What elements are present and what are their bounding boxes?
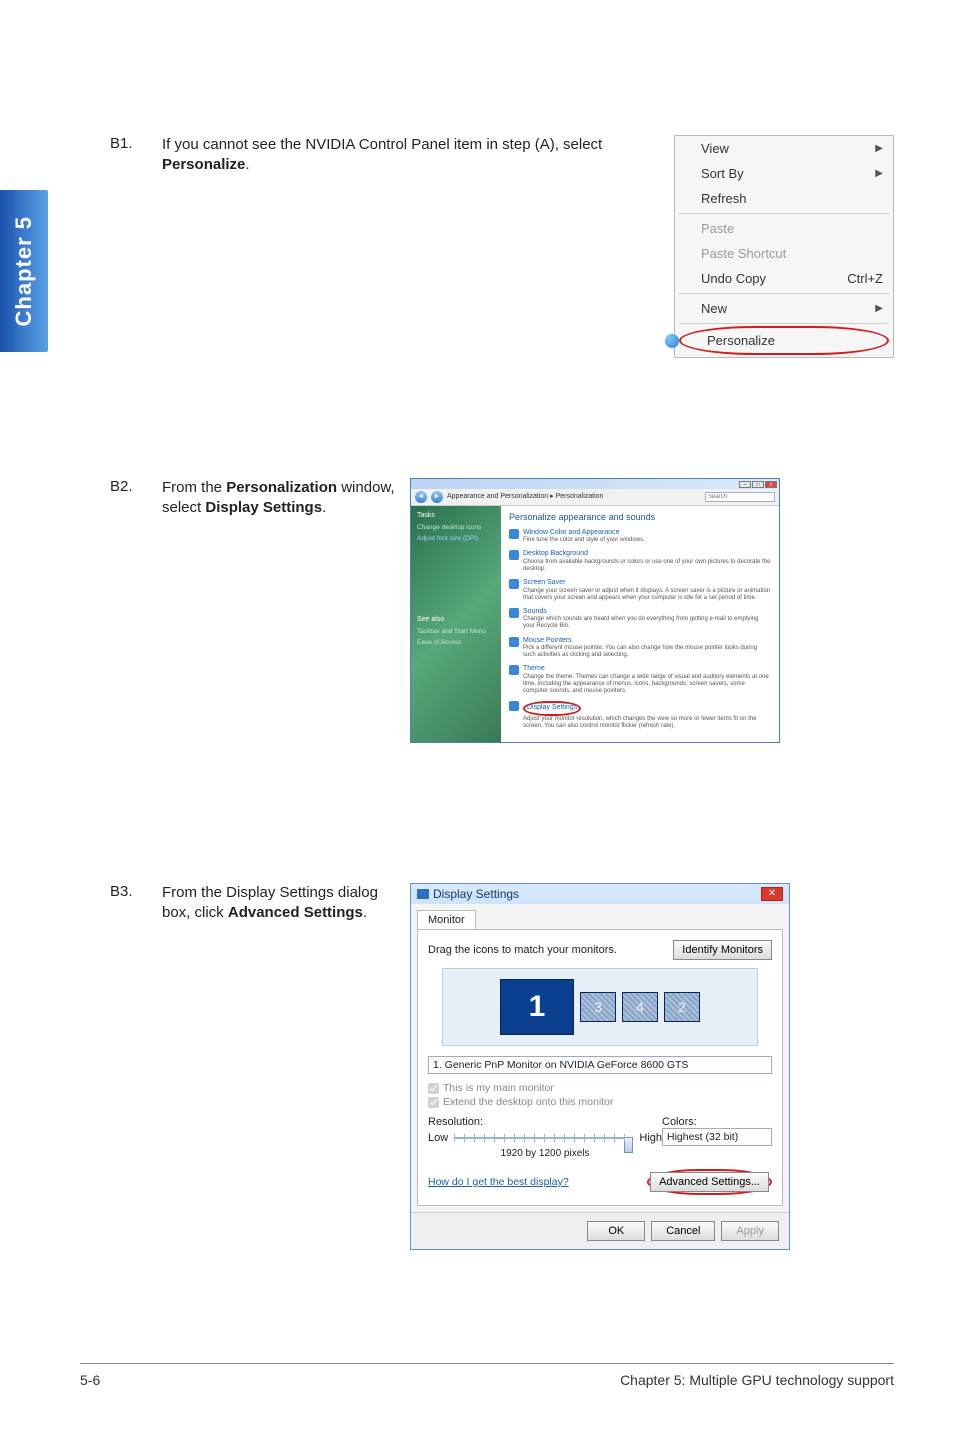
ctx-paste: Paste [675,216,893,241]
colors-select[interactable]: Highest (32 bit) [662,1128,772,1146]
context-menu: View▶ Sort By▶ Refresh Paste Paste Short… [674,135,894,358]
step-b3-text: From the Display Settings dialog box, cl… [162,883,410,924]
chapter-title: Chapter 5: Multiple GPU technology suppo… [620,1372,894,1388]
window-titlebar: – □ x [411,479,779,489]
monitor-4[interactable]: 4 [622,992,658,1022]
step-b2: B2. From the Personalization window, sel… [110,478,410,519]
display-icon [509,701,519,711]
desktop-icon [509,550,519,560]
search-input[interactable] [705,492,775,502]
step-b2-text: From the Personalization window, select … [162,478,410,519]
page-number: 5-6 [80,1372,100,1388]
resolution-label: Resolution: [428,1116,662,1128]
sound-icon [509,608,519,618]
item-display-settings[interactable]: Display SettingsAdjust your monitor reso… [509,701,771,730]
sidebar-link-ease[interactable]: Ease of Access [417,639,495,647]
step-b1-text: If you cannot see the NVIDIA Control Pan… [162,135,674,176]
ok-button[interactable]: OK [587,1221,645,1241]
close-button[interactable]: ✕ [761,887,783,901]
ctx-sort-by[interactable]: Sort By▶ [675,161,893,186]
item-window-color[interactable]: Window Color and AppearanceFine tune the… [509,529,771,545]
item-theme[interactable]: ThemeChange the theme. Themes can change… [509,665,771,695]
sidebar-link-font-size[interactable]: Adjust font size (DPI) [417,535,495,543]
minimize-button[interactable]: – [739,481,751,488]
theme-icon [509,665,519,675]
forward-button[interactable]: ► [431,491,443,503]
monitor-icon [417,889,429,899]
tab-monitor[interactable]: Monitor [417,910,476,929]
step-b1-num: B1. [110,135,144,176]
ctx-view[interactable]: View▶ [675,136,893,161]
ctx-undo-copy[interactable]: Undo CopyCtrl+Z [675,266,893,291]
window-titlebar: Display Settings ✕ [411,884,789,904]
cancel-button[interactable]: Cancel [651,1221,715,1241]
screensaver-icon [509,579,519,589]
monitor-select[interactable]: 1. Generic PnP Monitor on NVIDIA GeForce… [428,1056,772,1074]
step-b1: B1. If you cannot see the NVIDIA Control… [110,135,674,176]
checkbox-extend: Extend the desktop onto this monitor [428,1096,772,1108]
identify-monitors-button[interactable]: Identify Monitors [673,940,772,960]
monitor-2[interactable]: 2 [664,992,700,1022]
drag-instruction: Drag the icons to match your monitors. [428,944,617,956]
separator [679,293,889,294]
step-b3-num: B3. [110,883,144,924]
slider-thumb[interactable] [624,1137,633,1153]
step-b2-num: B2. [110,478,144,519]
item-desktop-bg[interactable]: Desktop BackgroundChoose from available … [509,550,771,573]
sidebar-link-taskbar[interactable]: Taskbar and Start Menu [417,628,495,636]
colors-label: Colors: [662,1116,772,1128]
ctx-personalize-highlight: Personalize [679,326,889,355]
chevron-right-icon: ▶ [875,143,883,154]
panel-title: Personalize appearance and sounds [509,512,771,523]
monitor-3[interactable]: 3 [580,992,616,1022]
palette-icon [509,529,519,539]
item-sounds[interactable]: SoundsChange which sounds are heard when… [509,608,771,631]
breadcrumb[interactable]: Appearance and Personalization ▸ Persona… [447,493,603,501]
display-settings-window: Display Settings ✕ Monitor Drag the icon… [410,883,790,1250]
chapter-tab: Chapter 5 [0,190,48,352]
ctx-personalize[interactable]: Personalize [681,328,887,353]
step-b3: B3. From the Display Settings dialog box… [110,883,410,924]
page-content: B1. If you cannot see the NVIDIA Control… [110,135,894,1250]
monitor-arrangement[interactable]: 1 3 4 2 [442,968,758,1046]
apply-button[interactable]: Apply [721,1221,779,1241]
maximize-button[interactable]: □ [752,481,764,488]
mouse-icon [509,637,519,647]
close-button[interactable]: x [765,481,777,488]
resolution-slider[interactable]: Low High [428,1132,662,1144]
separator [679,323,889,324]
item-screen-saver[interactable]: Screen SaverChange your screen saver or … [509,579,771,602]
chevron-right-icon: ▶ [875,303,883,314]
page-footer: 5-6 Chapter 5: Multiple GPU technology s… [80,1363,894,1388]
ctx-paste-shortcut: Paste Shortcut [675,241,893,266]
item-mouse-pointers[interactable]: Mouse PointersPick a different mouse poi… [509,637,771,660]
sidebar-see-also: See also [417,616,495,624]
advanced-settings-button[interactable]: Advanced Settings... [650,1172,769,1192]
main-panel: Personalize appearance and sounds Window… [501,506,779,742]
window-nav: ◄ ► Appearance and Personalization ▸ Per… [411,489,779,506]
sidebar: Tasks Change desktop icons Adjust font s… [411,506,501,742]
back-button[interactable]: ◄ [415,491,427,503]
ctx-refresh[interactable]: Refresh [675,186,893,211]
monitor-1[interactable]: 1 [500,979,574,1035]
sidebar-heading: Tasks [417,512,495,520]
sidebar-link-desktop-icons[interactable]: Change desktop icons [417,524,495,532]
help-link[interactable]: How do I get the best display? [428,1176,569,1188]
separator [679,213,889,214]
personalize-icon [665,334,679,348]
ctx-new[interactable]: New▶ [675,296,893,321]
advanced-highlight: Advanced Settings... [647,1169,772,1195]
personalization-window: – □ x ◄ ► Appearance and Personalization… [410,478,780,743]
checkbox-main-monitor: This is my main monitor [428,1082,772,1094]
chevron-right-icon: ▶ [875,168,883,179]
